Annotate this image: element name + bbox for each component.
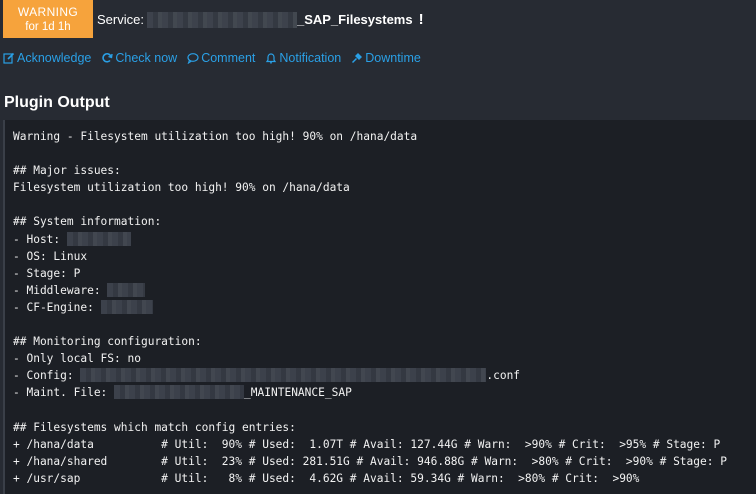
action-bar: Acknowledge Check now Comment Notificati… <box>3 49 431 67</box>
state-badge: WARNING for 1d 1h <box>3 0 93 38</box>
service-flag: ! <box>418 11 424 28</box>
state-label: WARNING <box>17 5 79 19</box>
notification-link[interactable]: Notification <box>265 51 341 65</box>
check-now-label: Check now <box>115 51 178 65</box>
maint-suffix: _MAINTENANCE_SAP <box>244 386 352 400</box>
service-header: WARNING for 1d 1h Service: _SAP_Filesyst… <box>0 0 756 40</box>
filesystems-heading: ## Filesystems which match config entrie… <box>13 420 296 434</box>
host-label: - Host: <box>13 232 67 246</box>
system-info-heading: ## System information: <box>13 215 162 229</box>
maint-label: - Maint. File: <box>13 386 115 400</box>
output-blank <box>13 402 756 419</box>
filesystem-line: + /hana/data # Util: 90% # Used: 1.07T #… <box>13 437 721 451</box>
comment-icon <box>187 53 199 64</box>
plugin-output-box: Warning - Filesystem utilization too hig… <box>3 120 756 494</box>
notification-label: Notification <box>279 51 342 65</box>
redacted-cf-engine <box>100 299 153 314</box>
redacted-middleware <box>107 282 146 297</box>
comment-label: Comment <box>201 51 256 65</box>
output-blank <box>13 145 756 162</box>
check-now-link[interactable]: Check now <box>101 51 177 65</box>
monitoring-config-heading: ## Monitoring configuration: <box>13 335 202 349</box>
config-label: - Config: <box>13 369 81 383</box>
output-summary: Warning - Filesystem utilization too hig… <box>13 130 418 143</box>
redacted-host-name <box>146 12 297 28</box>
maint-file-line: - Maint. File: _MAINTENANCE_SAP <box>13 384 756 401</box>
middleware-label: - Middleware: <box>13 283 108 297</box>
filesystem-line: + /usr/sap # Util: 8% # Used: 4.62G # Av… <box>13 471 640 485</box>
downtime-label: Downtime <box>365 51 421 65</box>
plug-icon <box>352 53 363 64</box>
filesystem-line: + /hana/shared # Util: 23% # Used: 281.5… <box>13 454 727 468</box>
acknowledge-link[interactable]: Acknowledge <box>3 51 91 65</box>
os-line: - OS: Linux <box>13 249 88 263</box>
refresh-icon <box>102 53 114 63</box>
stage-line: - Stage: P <box>13 266 81 280</box>
output-blank <box>13 196 756 213</box>
downtime-link[interactable]: Downtime <box>351 51 421 65</box>
redacted-maint-path <box>114 385 245 400</box>
cf-engine-label: - CF-Engine: <box>13 300 101 314</box>
state-duration: for 1d 1h <box>25 21 71 33</box>
middleware-line: - Middleware: <box>13 282 756 299</box>
major-issue-line: Filesystem utilization too high! 90% on … <box>13 181 350 195</box>
config-suffix: .conf <box>486 369 521 383</box>
edit-icon <box>3 52 15 64</box>
service-title: Service: _SAP_Filesystems ! <box>97 11 424 29</box>
acknowledge-label: Acknowledge <box>17 51 92 65</box>
service-name: _SAP_Filesystems <box>296 12 413 27</box>
service-label: Service: <box>97 12 144 27</box>
cf-engine-line: - CF-Engine: <box>13 299 756 316</box>
host-line: - Host: <box>13 231 756 248</box>
major-issues-heading: ## Major issues: <box>13 164 121 178</box>
output-blank <box>13 316 756 333</box>
config-line: - Config: .conf <box>13 367 756 384</box>
redacted-config-path <box>80 368 487 383</box>
local-fs-line: - Only local FS: no <box>13 352 141 366</box>
plugin-output-title: Plugin Output <box>4 94 110 111</box>
comment-link[interactable]: Comment <box>187 51 255 65</box>
redacted-host <box>66 231 131 246</box>
bell-icon <box>266 53 277 64</box>
